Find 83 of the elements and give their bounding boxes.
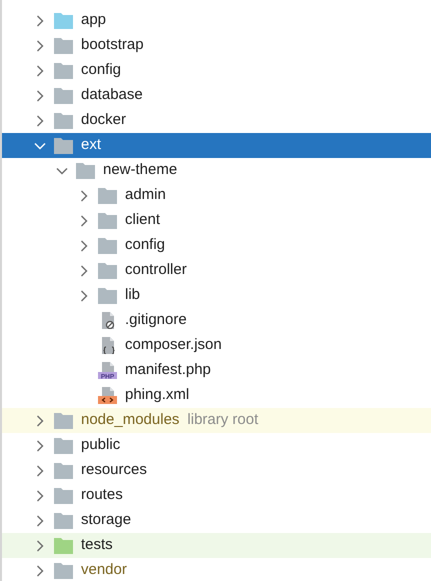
folder-icon bbox=[54, 37, 73, 54]
xml-file-icon bbox=[98, 387, 117, 404]
tree-row[interactable]: config bbox=[2, 233, 431, 258]
folder-icon bbox=[98, 187, 117, 204]
item-name: config bbox=[81, 60, 122, 80]
chevron-right-icon[interactable] bbox=[34, 414, 46, 428]
folder-icon bbox=[54, 412, 73, 429]
folder-icon bbox=[54, 62, 73, 79]
tree-row[interactable]: ext bbox=[2, 133, 431, 158]
tree-row[interactable]: tests bbox=[2, 533, 431, 558]
item-name: new-theme bbox=[103, 160, 178, 180]
tree-row[interactable]: vendor bbox=[2, 558, 431, 581]
chevron-right-icon[interactable] bbox=[34, 564, 46, 578]
tree-row[interactable]: node_modules library root bbox=[2, 408, 431, 433]
item-name: manifest.php bbox=[125, 360, 211, 380]
chevron-right-icon[interactable] bbox=[34, 438, 46, 452]
tree-row[interactable]: app bbox=[2, 8, 431, 33]
tree-row[interactable]: lib bbox=[2, 283, 431, 308]
tree-row[interactable]: config bbox=[2, 58, 431, 83]
item-name: resources bbox=[81, 460, 147, 480]
folder-icon bbox=[54, 562, 73, 579]
item-name: public bbox=[81, 435, 120, 456]
tree-row[interactable]: .gitignore bbox=[2, 308, 431, 333]
chevron-right-icon[interactable] bbox=[34, 88, 46, 102]
item-name: composer.json bbox=[125, 335, 222, 356]
folder-icon bbox=[54, 137, 73, 154]
folder-icon bbox=[98, 287, 117, 304]
item-name: phing.xml bbox=[125, 385, 190, 406]
item-name: config bbox=[125, 235, 166, 256]
chevron-right-icon[interactable] bbox=[34, 538, 46, 552]
folder-icon bbox=[54, 487, 73, 504]
chevron-right-icon[interactable] bbox=[78, 238, 90, 252]
tree-row[interactable]: public bbox=[2, 433, 431, 458]
chevron-right-icon[interactable] bbox=[78, 288, 90, 302]
item-name: tests bbox=[81, 535, 113, 556]
folder-icon bbox=[54, 512, 73, 529]
folder-icon bbox=[54, 462, 73, 479]
tree-row[interactable]: resources bbox=[2, 458, 431, 483]
tree-row[interactable]: bootstrap bbox=[2, 33, 431, 58]
tree-row[interactable]: client bbox=[2, 208, 431, 233]
tree-row[interactable]: routes bbox=[2, 483, 431, 508]
item-name: admin bbox=[125, 185, 166, 206]
folder-icon bbox=[98, 262, 117, 279]
item-name: ext bbox=[81, 135, 102, 156]
item-name: app bbox=[81, 10, 106, 30]
chevron-right-icon[interactable] bbox=[34, 114, 46, 128]
folder-icon bbox=[98, 237, 117, 254]
item-name: docker bbox=[81, 110, 126, 130]
folder-icon bbox=[98, 212, 117, 229]
item-name: database bbox=[81, 85, 143, 106]
item-name: bootstrap bbox=[81, 35, 144, 56]
chevron-right-icon[interactable] bbox=[34, 464, 46, 478]
item-name: storage bbox=[81, 510, 132, 530]
chevron-right-icon[interactable] bbox=[34, 14, 46, 28]
tree-row[interactable]: controller bbox=[2, 258, 431, 283]
chevron-right-icon[interactable] bbox=[78, 264, 90, 278]
chevron-right-icon[interactable] bbox=[34, 488, 46, 502]
chevron-right-icon[interactable] bbox=[78, 188, 90, 202]
chevron-right-icon[interactable] bbox=[34, 64, 46, 78]
folder-icon bbox=[54, 437, 73, 454]
item-name: vendor bbox=[81, 560, 127, 580]
item-name: .gitignore bbox=[125, 310, 187, 330]
tree-row[interactable]: admin bbox=[2, 183, 431, 208]
tree-row[interactable]: database bbox=[2, 83, 431, 108]
item-name: node_modules bbox=[81, 410, 180, 430]
tree-row[interactable]: docker bbox=[2, 108, 431, 133]
item-name: client bbox=[125, 210, 160, 230]
tree-row[interactable]: composer.json bbox=[2, 333, 431, 358]
folder-icon bbox=[54, 87, 73, 104]
chevron-right-icon[interactable] bbox=[34, 38, 46, 52]
chevron-right-icon[interactable] bbox=[34, 514, 46, 528]
chevron-right-icon[interactable] bbox=[78, 214, 90, 228]
tree-row[interactable]: phing.xml bbox=[2, 383, 431, 408]
item-name: routes bbox=[81, 485, 123, 506]
folder-icon bbox=[54, 112, 73, 129]
item-name: controller bbox=[125, 260, 187, 280]
tree-row[interactable]: new-theme bbox=[2, 158, 431, 183]
item-hint: library root bbox=[187, 410, 258, 430]
folder-icon bbox=[54, 537, 73, 554]
tree-row[interactable]: storage bbox=[2, 508, 431, 533]
item-name: lib bbox=[125, 285, 140, 306]
folder-icon bbox=[54, 12, 73, 29]
folder-icon bbox=[76, 162, 95, 179]
